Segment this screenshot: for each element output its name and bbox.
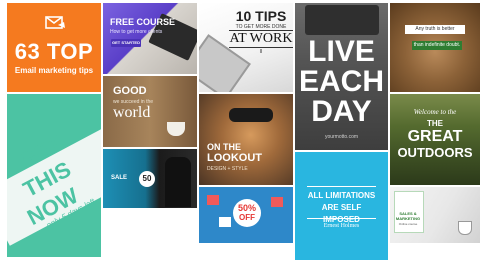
- ten-tips-line3: AT WORK: [229, 30, 293, 48]
- live-line1: LIVE: [308, 35, 375, 68]
- live-each-day-tile[interactable]: LIVE EACH DAY yourmotto.com: [295, 3, 388, 150]
- fifty-off-tile[interactable]: 50% OFF: [199, 187, 293, 243]
- truth-line2: than indefinite doubt.: [412, 41, 462, 50]
- sales-line2: MARKETING: [395, 216, 421, 221]
- email-tips-headline: 63 TOP: [14, 39, 94, 64]
- teacup-image: [167, 122, 185, 136]
- fifty-off-line1: 50%: [237, 203, 256, 213]
- outdoors-line2: THE: [427, 119, 443, 128]
- live-line2: EACH: [298, 65, 384, 98]
- on-the-lookout-tile[interactable]: ON THE LOOKOUT DESIGN + STYLE: [199, 94, 293, 185]
- fifty-off-line2: OFF: [239, 213, 255, 222]
- sale-dark-tile[interactable]: SALE 50: [103, 149, 197, 208]
- lookout-line3: DESIGN + STYLE: [207, 166, 248, 172]
- limitations-author: Ernest Holmes: [323, 223, 360, 229]
- free-course-title: FREE COURSE: [110, 17, 176, 27]
- sales-line3: Online course: [398, 222, 418, 226]
- jacket-image: [165, 157, 191, 207]
- great-outdoors-tile[interactable]: Welcome to the THE GREAT OUTDOORS: [390, 94, 480, 185]
- sunglasses-image: [229, 108, 273, 122]
- free-course-tile[interactable]: FREE COURSE How to get more clients GET …: [103, 3, 197, 74]
- envelope-hand-icon: [44, 13, 66, 31]
- truth-better-tile[interactable]: Any truth is better than indefinite doub…: [390, 3, 480, 92]
- limitations-divider-top: [307, 186, 376, 187]
- free-course-subtitle: How to get more clients: [110, 29, 163, 35]
- get-this-now-tile[interactable]: GET THIS NOW only 5 days left: [7, 94, 101, 257]
- coffee-cup-image: [458, 221, 472, 235]
- outdoors-line3: GREAT: [407, 128, 463, 145]
- live-line3: DAY: [311, 95, 372, 128]
- get-started-button[interactable]: GET STARTED: [111, 39, 141, 47]
- good-world-tile[interactable]: GOOD we succeed in the world: [103, 76, 197, 147]
- shirt-icon-3: [271, 197, 283, 207]
- email-tips-tile[interactable]: 63 TOP Email marketing tips: [7, 3, 101, 92]
- sale-dark-line1: SALE: [111, 175, 128, 181]
- ten-tips-tile[interactable]: 10 TIPS TO GET MORE DONE AT WORK II: [199, 3, 293, 92]
- lookout-line1: ON THE: [207, 142, 242, 152]
- outdoors-line4: OUTDOORS: [397, 145, 473, 160]
- lookout-line2: LOOKOUT: [207, 152, 262, 164]
- truth-line1: Any truth is better: [405, 25, 465, 34]
- outdoors-line1: Welcome to the: [413, 108, 457, 116]
- ten-tips-line4: II: [259, 49, 263, 55]
- shirt-icon: [207, 195, 219, 205]
- limitations-text: ALL LIMITATIONS ARE SELF IMPOSED: [307, 191, 376, 224]
- typewriter-image: [305, 5, 379, 35]
- good-line3: world: [113, 104, 151, 121]
- ten-tips-line1: 10 TIPS: [235, 8, 287, 24]
- email-tips-subline: Email marketing tips: [14, 66, 94, 75]
- limitations-divider-bottom: [307, 218, 376, 219]
- shirt-icon-2: [219, 217, 231, 227]
- live-credit: yourmotto.com: [324, 134, 359, 140]
- limitations-tile[interactable]: ALL LIMITATIONS ARE SELF IMPOSED Ernest …: [295, 152, 388, 260]
- good-line1: GOOD: [113, 85, 147, 97]
- sales-marketing-tile[interactable]: SALES & MARKETING Online course: [390, 187, 480, 243]
- sale-dark-badge: 50: [139, 171, 155, 187]
